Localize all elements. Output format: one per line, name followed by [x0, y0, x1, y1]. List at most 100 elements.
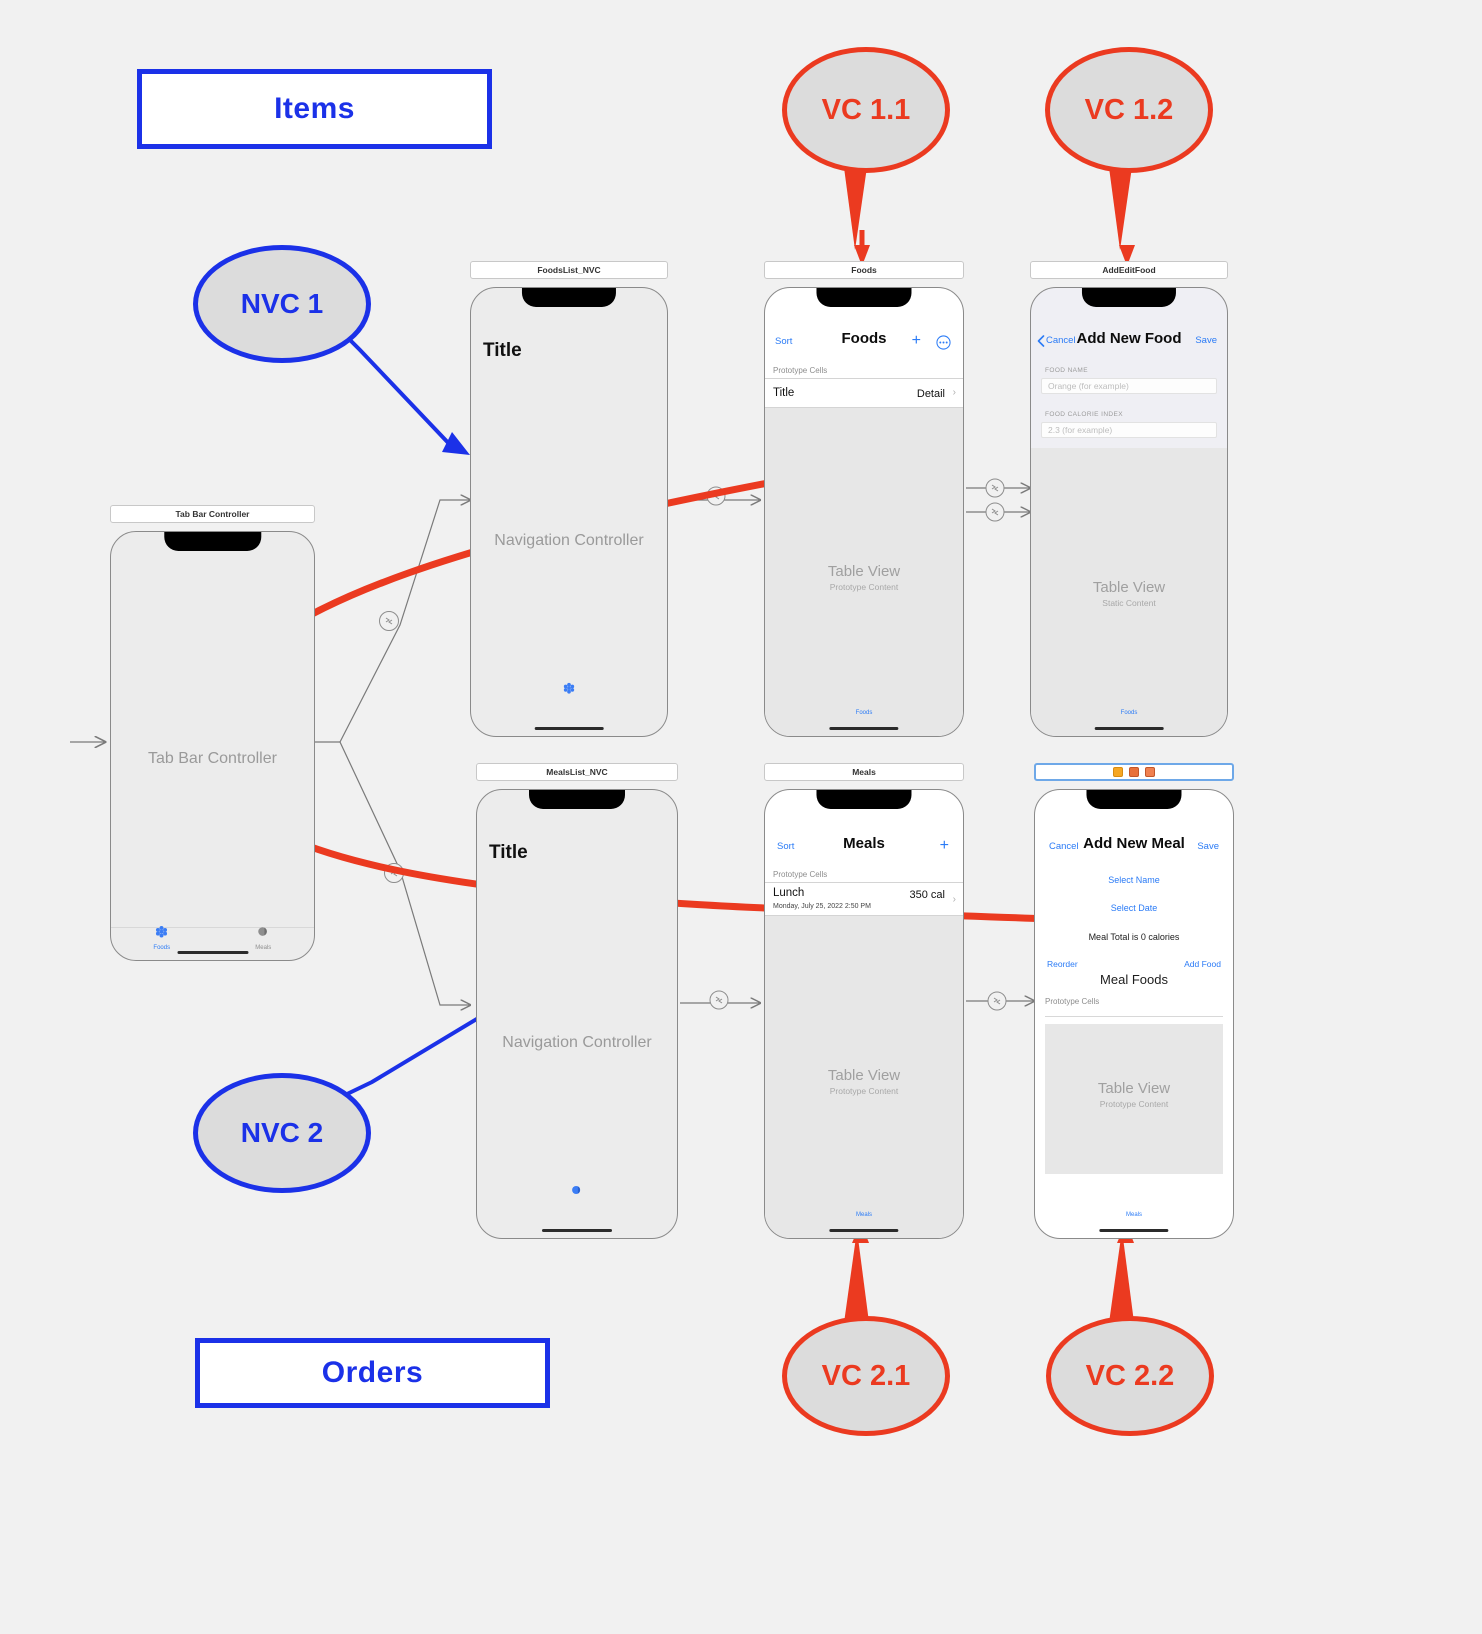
tableview-subtitle: Prototype Content	[1099, 1099, 1169, 1109]
chevron-right-icon: ›	[952, 387, 956, 398]
callout-nvc2-label: NVC 2	[240, 1117, 324, 1148]
cell-detail: 350 cal	[909, 889, 945, 901]
notch	[1081, 288, 1177, 307]
prototype-cell-foods[interactable]: Title Detail ›	[765, 378, 963, 408]
callout-vc11: VC 1.1	[782, 47, 950, 173]
navigation-controller-center-text: Navigation Controller	[494, 532, 644, 549]
add-food-button[interactable]: Add Food	[1184, 959, 1221, 969]
scene-label-text: MealsList_NVC	[546, 767, 608, 777]
reorder-button[interactable]: Reorder	[1047, 959, 1078, 969]
annotation-box-items: Items	[137, 69, 492, 149]
meal-total-label: Meal Total is 0 calories	[1088, 932, 1180, 942]
phone-frame-foods: Sort Foods + Prototype Cells Title Detai…	[764, 287, 964, 737]
notch	[816, 288, 912, 307]
nav-large-title: Title	[489, 842, 528, 863]
tab-item-meals[interactable]: Meals	[213, 924, 315, 951]
tableview-subtitle: Prototype Content	[829, 1086, 899, 1096]
callout-vc12-label: VC 1.2	[1084, 93, 1174, 126]
plus-icon[interactable]: +	[912, 333, 921, 349]
food-calorie-index-placeholder: 2.3 (for example)	[1048, 425, 1113, 435]
phone-frame-tab-bar-controller: Tab Bar Controller Foods Meals	[110, 531, 315, 961]
annotation-box-orders: Orders	[195, 1338, 550, 1408]
scene-label-text: Tab Bar Controller	[175, 509, 250, 519]
home-indicator	[829, 1228, 899, 1232]
tableview-title: Table View	[1097, 1080, 1171, 1097]
callout-vc21-label: VC 2.1	[821, 1359, 911, 1392]
home-indicator	[534, 726, 604, 730]
field-label-food-name: FOOD NAME	[1045, 367, 1088, 374]
tableview-title: Table View	[827, 1067, 901, 1084]
callout-vc22: VC 2.2	[1046, 1316, 1214, 1436]
navbar-foods: Sort Foods +	[765, 330, 963, 356]
phone-frame-addeditfood: Cancel Add New Food Save FOOD NAME Orang…	[1030, 287, 1228, 737]
callout-nvc1-label: NVC 1	[240, 288, 324, 319]
home-indicator	[542, 1228, 612, 1232]
annotation-items-label: Items	[274, 92, 355, 125]
storyboard-canvas: Items Orders NVC 1 NVC 2 VC 1.1 VC 1.2 V…	[0, 0, 1482, 1634]
save-button[interactable]: Save	[1195, 335, 1217, 346]
scene-label-addnewmeal[interactable]	[1034, 763, 1234, 781]
section-header-prototype-cells: Prototype Cells	[1045, 997, 1100, 1006]
circle-half-icon	[258, 927, 267, 936]
phone-frame-addnewmeal: Cancel Add New Meal Save Select Name Sel…	[1034, 789, 1234, 1239]
tabbar-label-meals: Meals	[855, 1212, 872, 1218]
scene-label-mealslist-nvc[interactable]: MealsList_NVC	[476, 763, 678, 781]
tab-bar-controller-center-text: Tab Bar Controller	[148, 750, 277, 767]
navbar-meals: Sort Meals +	[765, 835, 963, 861]
field-label-food-calorie-index: FOOD CALORIE INDEX	[1045, 411, 1123, 418]
tab-item-foods[interactable]: Foods	[111, 924, 213, 951]
scene-label-foodslist-nvc[interactable]: FoodsList_NVC	[470, 261, 668, 279]
home-indicator	[1099, 1228, 1169, 1232]
scene-status-badges	[1113, 767, 1155, 777]
ellipsis-circle-icon[interactable]	[936, 335, 951, 350]
save-button[interactable]: Save	[1197, 841, 1219, 852]
scene-label-tab-bar-controller[interactable]: Tab Bar Controller	[110, 505, 315, 523]
notch	[529, 790, 625, 809]
plus-icon[interactable]: +	[940, 838, 949, 854]
callout-nvc2: NVC 2	[193, 1073, 371, 1193]
home-indicator	[1094, 726, 1164, 730]
food-name-input[interactable]: Orange (for example)	[1041, 378, 1217, 394]
phone-frame-meals: Sort Meals + Prototype Cells Lunch Monda…	[764, 789, 964, 1239]
scene-label-foods[interactable]: Foods	[764, 261, 964, 279]
callout-nvc1: NVC 1	[193, 245, 371, 363]
cell-divider	[1045, 1016, 1223, 1017]
cell-subtitle: Monday, July 25, 2022 2:50 PM	[773, 903, 871, 910]
notch	[521, 288, 617, 307]
navbar-addeditfood: Cancel Add New Food Save	[1031, 330, 1227, 356]
callout-vc12: VC 1.2	[1045, 47, 1213, 173]
tabbar-label-foods: Foods	[855, 710, 873, 716]
tableview-title: Table View	[1092, 579, 1166, 596]
mini-tab-indicator	[471, 681, 667, 700]
food-calorie-index-input[interactable]: 2.3 (for example)	[1041, 422, 1217, 438]
chevron-right-icon: ›	[952, 894, 956, 905]
prototype-cell-meals[interactable]: Lunch Monday, July 25, 2022 2:50 PM 350 …	[765, 882, 963, 916]
error-badge-icon-2	[1145, 767, 1155, 777]
flower-icon	[156, 925, 168, 938]
scene-label-text: Meals	[852, 767, 876, 777]
select-name-button[interactable]: Select Name	[1035, 875, 1233, 885]
callout-vc22-label: VC 2.2	[1085, 1359, 1175, 1392]
scene-label-meals[interactable]: Meals	[764, 763, 964, 781]
callout-vc21: VC 2.1	[782, 1316, 950, 1436]
tabbar-label-foods: Foods	[1120, 710, 1138, 716]
tabbar-label-meals: Meals	[1125, 1212, 1142, 1218]
home-indicator	[176, 950, 249, 954]
phone-frame-foodslist-nvc: Title Navigation Controller	[470, 287, 668, 737]
notch	[163, 532, 262, 551]
callout-vc11-label: VC 1.1	[821, 93, 911, 126]
mini-tab-indicator	[477, 1183, 677, 1202]
section-header-prototype-cells: Prototype Cells	[773, 870, 828, 879]
scene-label-text: Foods	[851, 265, 877, 275]
navbar-addnewmeal: Cancel Add New Meal Save	[1035, 835, 1233, 861]
navbar-title: Foods	[841, 330, 887, 347]
notch	[816, 790, 912, 809]
warning-badge-icon	[1113, 767, 1123, 777]
cell-title: Lunch	[773, 887, 805, 899]
tableview-subtitle: Static Content	[1102, 598, 1156, 608]
circle-half-icon	[572, 1185, 581, 1195]
select-date-button[interactable]: Select Date	[1035, 903, 1233, 913]
scene-label-addeditfood[interactable]: AddEditFood	[1030, 261, 1228, 279]
meal-foods-header: Meal Foods	[1100, 972, 1168, 987]
navbar-title: Meals	[843, 835, 885, 852]
